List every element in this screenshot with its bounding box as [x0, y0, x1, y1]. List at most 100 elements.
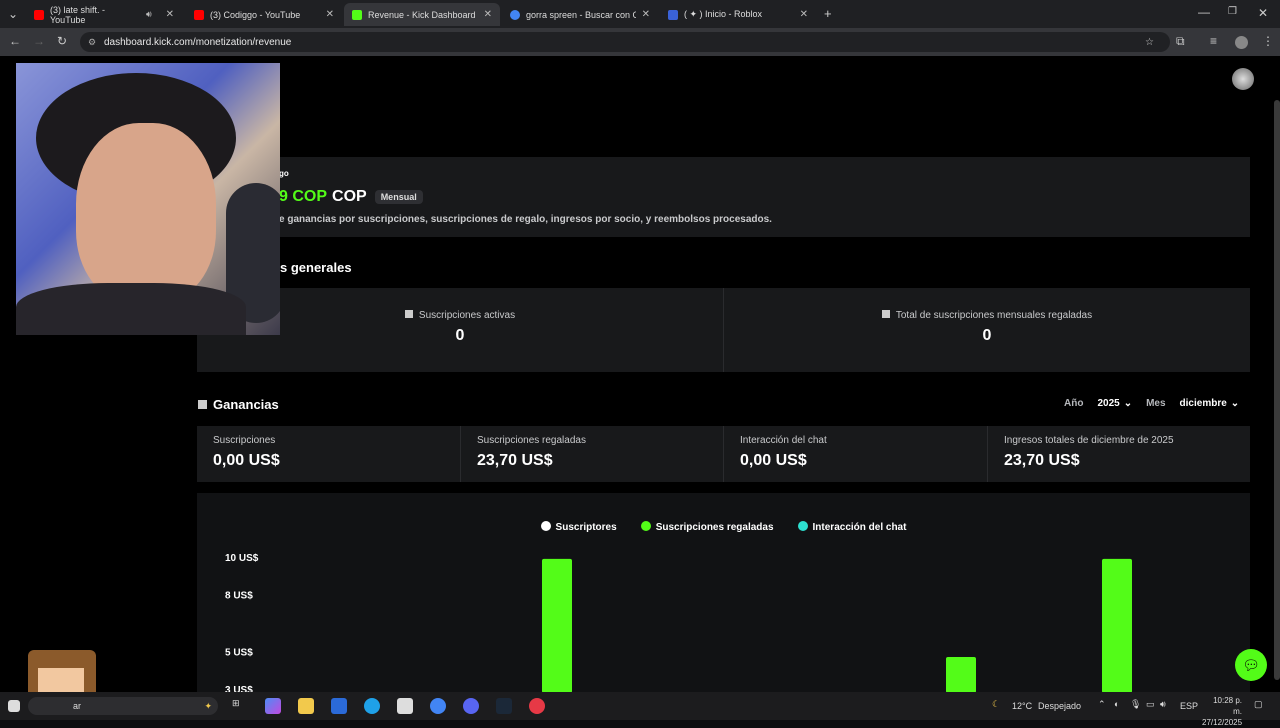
month-select[interactable]: diciembre	[1180, 398, 1227, 409]
file-explorer-icon[interactable]	[298, 698, 314, 714]
earnings-chart: Suscriptores Suscripciones regaladas Int…	[197, 493, 1250, 693]
volume-icon[interactable]: 🔊︎	[1160, 699, 1166, 710]
close-window-icon[interactable]: ✕	[1258, 6, 1268, 20]
stat-gifted-subs: Total de suscripciones mensuales regalad…	[724, 310, 1250, 345]
balance-label: go	[279, 169, 289, 178]
outlook-icon[interactable]	[331, 698, 347, 714]
search-box[interactable]: ar ✦	[28, 697, 218, 715]
earning-stat: Ingresos totales de diciembre de 2025 23,…	[1004, 435, 1174, 470]
profile-avatar[interactable]	[1235, 36, 1248, 49]
y-tick-label: 8 US$	[225, 591, 253, 602]
google-icon	[510, 9, 520, 20]
clock-time: 10:28 p. m.	[1213, 696, 1242, 716]
extensions-icon[interactable]: ⧉	[1176, 34, 1185, 49]
chart-icon	[404, 310, 413, 318]
balance-currency: COP	[332, 188, 367, 205]
support-chat-icon[interactable]: 💬︎	[1235, 649, 1267, 681]
moon-weather-icon: ☾	[992, 699, 1001, 709]
webcam-shirt	[16, 283, 246, 335]
taskbar: ar ✦ ⊞ ☾ 12°C Despejado ⌃ ◐ 🎙︎ ▭ 🔊︎ ESP …	[0, 692, 1280, 727]
browser-tab-bar: ⌄ (3) late shift. - YouTube 🔊︎ ✕ (3) Cod…	[0, 0, 1280, 28]
close-icon[interactable]: ✕	[484, 9, 492, 20]
tray-app-icon[interactable]: ◐	[1114, 699, 1119, 709]
url-text: dashboard.kick.com/monetization/revenue	[104, 36, 292, 48]
chart-bar[interactable]	[946, 656, 976, 693]
youtube-icon	[34, 9, 44, 20]
tab-4[interactable]: gorra spreen - Buscar con Goo ✕	[502, 3, 658, 26]
media-icon[interactable]: ≡	[1210, 34, 1217, 48]
close-icon[interactable]: ✕	[800, 9, 808, 20]
edge-icon[interactable]	[364, 698, 380, 714]
month-filter: Mes diciembre ⌄	[1146, 398, 1239, 409]
steam-icon[interactable]	[496, 698, 512, 714]
year-select[interactable]: 2025	[1097, 398, 1119, 409]
weather-desc[interactable]: Despejado	[1038, 701, 1081, 711]
webcam-face	[76, 123, 216, 303]
tab-5[interactable]: ( ✦ ) Inicio - Roblox ✕	[660, 3, 816, 26]
maximize-icon[interactable]: ❐	[1228, 6, 1237, 17]
stat-label: Suscripciones	[213, 435, 276, 446]
stat-value: 0,00 US$	[213, 452, 280, 469]
earnings-card: Suscripciones 0,00 US$ Suscripciones rega…	[197, 426, 1250, 482]
chevron-down-icon[interactable]: ⌄	[1231, 398, 1239, 409]
close-icon[interactable]: ✕	[642, 9, 650, 20]
forward-icon[interactable]: →	[33, 34, 45, 48]
menu-icon[interactable]: ⋮	[1262, 34, 1274, 48]
tray-chevron-icon[interactable]: ⌃	[1098, 699, 1106, 710]
mic-icon[interactable]: 🎙︎	[1130, 699, 1141, 710]
tab-title: gorra spreen - Buscar con Goo	[526, 9, 636, 20]
reload-icon[interactable]: ↻	[57, 34, 67, 48]
y-tick-label: 10 US$	[225, 553, 259, 564]
tab-title: ( ✦ ) Inicio - Roblox	[684, 9, 763, 19]
clock[interactable]: 10:28 p. m. 27/12/2025	[1202, 695, 1242, 728]
tab-search-icon[interactable]: ⌄	[8, 7, 18, 21]
divider	[723, 426, 724, 482]
obs-icon[interactable]	[529, 698, 545, 714]
discord-icon[interactable]	[463, 698, 479, 714]
earnings-header: Ganancias	[198, 397, 279, 412]
roblox-icon	[668, 9, 678, 20]
address-bar[interactable]: ⚙ dashboard.kick.com/monetization/revenu…	[80, 32, 1170, 52]
close-icon[interactable]: ✕	[326, 9, 334, 20]
chart-bar[interactable]	[542, 558, 572, 693]
stat-value: 0	[982, 327, 992, 344]
y-tick-label: 5 US$	[225, 647, 253, 658]
chart-bar[interactable]	[1102, 558, 1132, 693]
toolbar: ← → ↻ ⚙ dashboard.kick.com/monetization/…	[0, 28, 1280, 56]
copilot-sparkle-icon: ✦	[204, 700, 212, 711]
user-avatar[interactable]	[1232, 68, 1254, 90]
year-label: Año	[1064, 398, 1084, 409]
chevron-down-icon[interactable]: ⌄	[1124, 398, 1132, 409]
period-badge: Mensual	[374, 190, 423, 204]
bookmark-star-icon[interactable]: ☆	[1145, 37, 1154, 48]
new-tab-icon[interactable]: +	[824, 6, 832, 21]
earning-stat: Suscripciones 0,00 US$	[213, 435, 280, 470]
earnings-title: Ganancias	[213, 397, 279, 412]
tab-2[interactable]: (3) Codiggo - YouTube ✕	[186, 3, 342, 26]
close-icon[interactable]: ✕	[166, 9, 174, 20]
store-icon[interactable]	[397, 698, 413, 714]
task-view-icon[interactable]: ⊞	[232, 698, 248, 714]
chrome-icon[interactable]	[430, 698, 446, 714]
network-icon[interactable]: ▭	[1146, 699, 1155, 710]
weather-temp[interactable]: 12°C	[1012, 701, 1032, 711]
notifications-icon[interactable]: ▢	[1254, 699, 1263, 710]
windows-start-icon[interactable]	[8, 700, 20, 712]
back-icon[interactable]: ←	[9, 34, 21, 48]
minimize-icon[interactable]: —	[1198, 5, 1210, 19]
stat-label: Ingresos totales de diciembre de 2025	[1004, 435, 1174, 446]
month-label: Mes	[1146, 398, 1166, 409]
stat-label: Suscripciones activas	[418, 310, 516, 321]
chart-icon	[198, 400, 207, 409]
language-indicator[interactable]: ESP	[1180, 701, 1198, 711]
tab-3-active[interactable]: Revenue - Kick Dashboard ✕	[344, 3, 500, 26]
copilot-icon[interactable]	[265, 698, 281, 714]
site-info-icon[interactable]: ⚙	[88, 37, 96, 48]
balance-value: 9 COP	[279, 188, 328, 205]
tab-1[interactable]: (3) late shift. - YouTube 🔊︎ ✕	[26, 3, 182, 26]
stat-value: 23,70 US$	[477, 452, 553, 469]
stat-label: Total de suscripciones mensuales regalad…	[895, 310, 1093, 321]
balance-card: go 9 COP COP Mensual e ganancias por sus…	[197, 157, 1250, 237]
scrollbar[interactable]	[1274, 100, 1280, 680]
webcam-overlay	[16, 63, 280, 335]
